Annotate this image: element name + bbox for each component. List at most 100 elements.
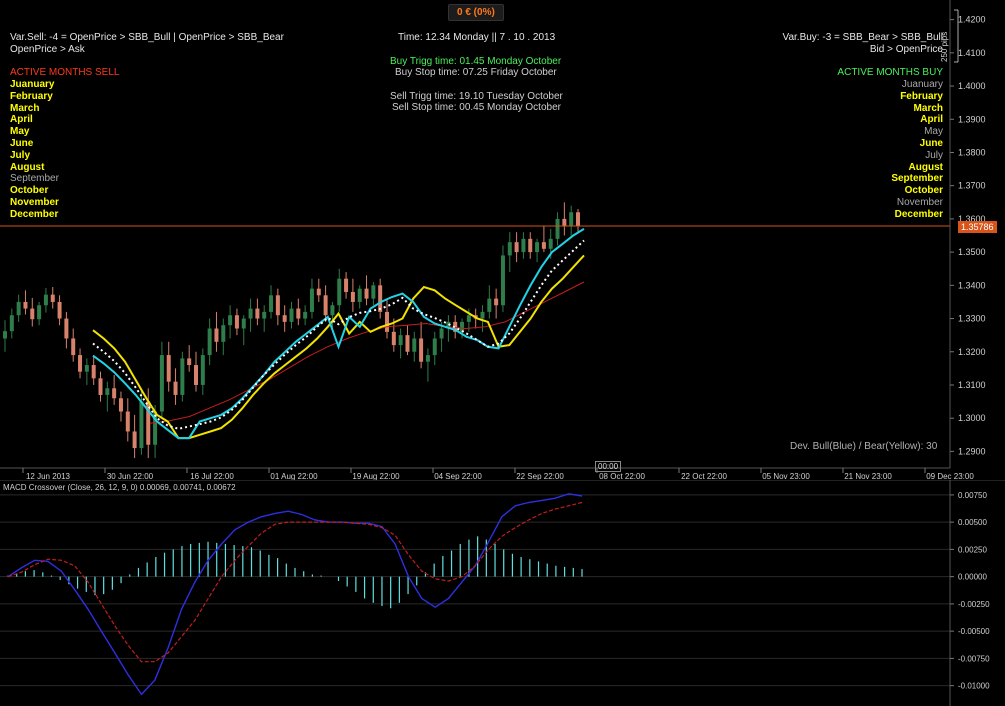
x-tick-label: 04 Sep 22:00 bbox=[434, 472, 482, 480]
sell-month-item: July bbox=[10, 149, 31, 161]
sell-month-item: December bbox=[10, 208, 59, 220]
candle-body bbox=[275, 295, 280, 316]
buy-month-item: December bbox=[894, 208, 943, 220]
x-tick-label: 08 Oct 22:00 bbox=[599, 472, 645, 480]
x-tick-label: 12 Jun 2013 bbox=[26, 472, 71, 480]
macd-y-tick-label: -0.01000 bbox=[958, 682, 990, 691]
candle-body bbox=[16, 301, 21, 316]
sell-trigg-time: Sell Trigg time: 19.10 Tuesday October bbox=[390, 91, 563, 102]
candle-body bbox=[187, 358, 192, 366]
current-price-label: 1.35786 bbox=[958, 221, 997, 233]
active-months-buy-title: ACTIVE MONTHS BUY bbox=[837, 67, 943, 78]
y-tick-label: 1.4200 bbox=[958, 15, 986, 25]
buy-month-item: Juanuary bbox=[901, 79, 943, 90]
macd-y-tick-label: -0.00250 bbox=[958, 600, 990, 609]
candle-body bbox=[316, 288, 321, 296]
x-tick-label: 16 Jul 22:00 bbox=[190, 472, 234, 480]
candle-body bbox=[3, 331, 7, 339]
y-tick-label: 1.4100 bbox=[958, 48, 986, 58]
candle-body bbox=[555, 218, 560, 239]
macd-y-tick-label: 0.00500 bbox=[958, 518, 987, 527]
macd-title: MACD Crossover (Close, 26, 12, 9, 0) 0.0… bbox=[3, 483, 236, 492]
candle-body bbox=[466, 315, 471, 322]
buy-month-item: September bbox=[891, 173, 943, 185]
candle-body bbox=[269, 295, 274, 312]
candle-body bbox=[71, 338, 76, 356]
candle-body bbox=[514, 242, 519, 253]
x-tick-label: 09 Dec 23:00 bbox=[926, 472, 974, 480]
candle-body bbox=[125, 411, 130, 432]
active-months-sell-list: Juanuary February March April May June July Aug… bbox=[10, 79, 59, 221]
candle-body bbox=[91, 365, 96, 379]
candle-body bbox=[241, 318, 246, 329]
pnl-badge: 0 € (0%) bbox=[448, 4, 504, 21]
sell-month-item: March bbox=[10, 102, 40, 114]
macd-y-tick-label: 0.00250 bbox=[958, 545, 987, 554]
y-tick-label: 1.3700 bbox=[958, 181, 986, 191]
y-tick-label: 1.2900 bbox=[958, 446, 986, 456]
candle-body bbox=[118, 398, 123, 412]
candle-body bbox=[398, 335, 403, 346]
buy-month-item: February bbox=[900, 90, 943, 102]
x-tick-label: 19 Aug 22:00 bbox=[352, 472, 400, 480]
pips-scale-label: 250 pips bbox=[940, 31, 949, 62]
x-tick-label: 22 Oct 22:00 bbox=[681, 472, 727, 480]
candle-body bbox=[323, 295, 328, 316]
candle-body bbox=[480, 311, 485, 319]
candle-body bbox=[228, 315, 233, 326]
candle-body bbox=[385, 311, 389, 332]
buy-month-item: August bbox=[908, 161, 943, 173]
var-sell-line1: Var.Sell: -4 = OpenPrice > SBB_Bull | Op… bbox=[10, 32, 284, 43]
candle-body bbox=[194, 365, 198, 385]
sell-month-item: Juanuary bbox=[10, 79, 55, 90]
time-cursor-label: 00:00 bbox=[595, 461, 622, 472]
y-tick-label: 1.3000 bbox=[958, 413, 986, 423]
candle-body bbox=[234, 315, 239, 329]
active-months-sell-title: ACTIVE MONTHS SELL bbox=[10, 67, 120, 78]
macd-y-tick-label: 0.00750 bbox=[958, 491, 987, 500]
y-tick-label: 1.3900 bbox=[958, 114, 986, 124]
candle-body bbox=[214, 328, 219, 342]
candle-body bbox=[159, 355, 164, 412]
candle-body bbox=[78, 355, 83, 372]
candle-body bbox=[207, 328, 212, 356]
x-tick-label: 21 Nov 23:00 bbox=[844, 472, 892, 480]
macd-y-tick-label: -0.00750 bbox=[958, 654, 990, 663]
candle bbox=[180, 351, 185, 402]
candle-body bbox=[98, 378, 103, 395]
candle-body bbox=[309, 288, 314, 312]
buy-month-item: March bbox=[913, 102, 943, 114]
candle-body bbox=[507, 242, 512, 256]
candle-body bbox=[357, 288, 362, 302]
candle-body bbox=[173, 381, 178, 395]
candle-body bbox=[289, 308, 294, 322]
y-tick-label: 1.3200 bbox=[958, 347, 986, 357]
candle-body bbox=[296, 308, 301, 319]
buy-trigg-time: Buy Trigg time: 01.45 Monday October bbox=[390, 56, 562, 67]
candle-body bbox=[500, 255, 505, 306]
macd-chart[interactable]: 0.00750 0.00500 0.00250 0.00000 -0.00250 -0.0… bbox=[0, 480, 1005, 706]
y-tick-label: 1.3400 bbox=[958, 280, 986, 290]
candle-body bbox=[425, 355, 430, 362]
sell-month-item: June bbox=[10, 137, 34, 149]
candle-body bbox=[282, 315, 287, 322]
buy-month-item: June bbox=[919, 137, 943, 149]
candle bbox=[500, 245, 505, 312]
deviation-label: Dev. Bull(Blue) / Bear(Yellow): 30 bbox=[790, 441, 938, 452]
sell-stop-time: Sell Stop time: 00.45 Monday October bbox=[392, 102, 561, 113]
candle-body bbox=[180, 358, 185, 395]
y-tick-label: 1.3800 bbox=[958, 147, 986, 157]
candle-body bbox=[105, 388, 110, 395]
candle-body bbox=[37, 305, 42, 320]
candle-body bbox=[221, 325, 226, 342]
candle-body bbox=[576, 212, 580, 226]
candle-body bbox=[344, 278, 349, 292]
candle-body bbox=[23, 301, 28, 309]
candle-body bbox=[364, 288, 369, 299]
candle-body bbox=[548, 238, 553, 249]
sell-month-item: May bbox=[10, 126, 30, 138]
candle-body bbox=[412, 338, 417, 352]
y-tick-label: 1.3300 bbox=[958, 314, 986, 324]
buy-month-item: April bbox=[920, 114, 943, 126]
macd-y-tick-label: 0.00000 bbox=[958, 573, 987, 582]
